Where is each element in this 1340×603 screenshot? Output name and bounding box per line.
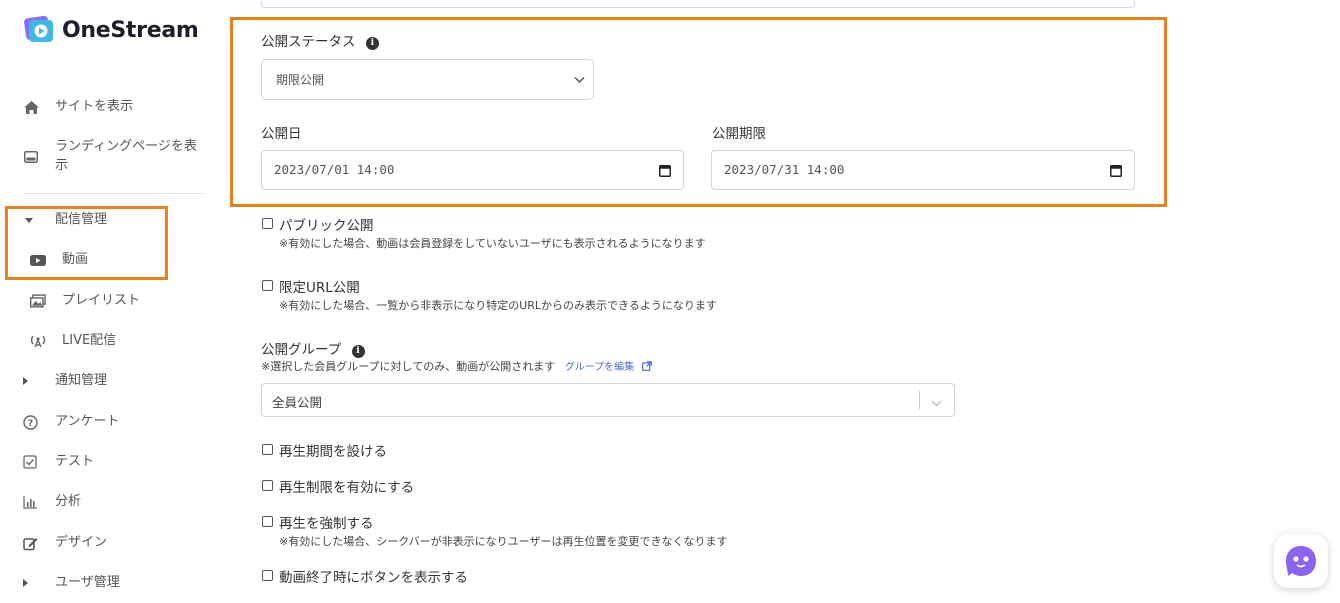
sidebar-item-live[interactable]: LIVE配信 [0, 331, 226, 351]
public-publish-checkbox[interactable] [262, 218, 273, 229]
sidebar-item-survey[interactable]: ? アンケート [0, 412, 226, 432]
home-icon [23, 99, 39, 115]
checkbox-icon [22, 454, 38, 470]
caret-right-icon [17, 575, 33, 591]
limited-url-note: ※有効にした場合、一覧から非表示になり特定のURLからのみ表示できるようになりま… [279, 299, 717, 312]
public-publish-note: ※有効にした場合、動画は会員登録をしていないユーザにも表示されるようになります [279, 237, 706, 250]
sidebar-item-label: 分析 [55, 494, 82, 509]
sidebar: OneStream サイトを表示 ランディングページを表 示 配信管理 動画 プ… [0, 0, 226, 603]
force-playback-checkbox[interactable] [262, 516, 273, 527]
sidebar-item-label: プレイリスト [62, 293, 141, 308]
end-button-label: 動画終了時にボタンを表示する [279, 570, 468, 586]
sidebar-divider [24, 193, 204, 194]
sidebar-item-view-landing[interactable]: ランディングページを表 示 [0, 137, 226, 177]
previous-field[interactable] [261, 0, 1135, 8]
edit-icon [22, 535, 38, 551]
distribution-highlight-box [5, 206, 168, 280]
publish-group-note: ※選択した会員グループに対してのみ、動画が公開されます [261, 360, 556, 373]
sidebar-item-label: 通知管理 [55, 373, 108, 388]
playback-period-label: 再生期間を設ける [279, 444, 387, 460]
external-link-icon[interactable] [641, 361, 652, 374]
publish-group-label-row: 公開グループ i [261, 338, 365, 358]
sidebar-item-design[interactable]: デザイン [0, 533, 226, 553]
sidebar-item-notifications[interactable]: 通知管理 [0, 371, 226, 391]
sidebar-item-label: テスト [55, 454, 95, 469]
sidebar-item-analytics[interactable]: 分析 [0, 492, 226, 512]
end-button-checkbox[interactable] [262, 570, 273, 581]
images-icon [30, 293, 46, 309]
bar-chart-icon [22, 494, 38, 510]
chat-widget-button[interactable] [1274, 534, 1328, 588]
question-circle-icon: ? [22, 414, 38, 430]
playback-period-checkbox[interactable] [262, 444, 273, 455]
select-separator [919, 391, 920, 409]
sidebar-item-label: デザイン [55, 535, 108, 550]
publish-group-value: 全員公開 [272, 395, 323, 410]
chat-bot-icon [1286, 546, 1316, 576]
info-icon[interactable]: i [351, 345, 365, 358]
brand-logo[interactable]: OneStream [24, 15, 199, 44]
sidebar-item-label: サイトを表示 [55, 99, 134, 114]
publish-group-select[interactable]: 全員公開 [261, 383, 955, 417]
publish-settings-highlight-box [230, 17, 1167, 207]
svg-text:?: ? [27, 419, 32, 429]
force-playback-label: 再生を強制する [279, 516, 374, 532]
onestream-logo-icon [24, 15, 54, 44]
chevron-down-icon[interactable] [931, 396, 942, 410]
playback-limit-checkbox[interactable] [262, 480, 273, 491]
sidebar-item-label-cont: 示 [55, 158, 69, 173]
publish-group-label: 公開グループ [261, 342, 342, 358]
limited-url-label: 限定URL公開 [279, 280, 360, 296]
sidebar-item-view-site[interactable]: サイトを表示 [0, 97, 226, 117]
brand-name: OneStream [62, 17, 199, 43]
limited-url-checkbox[interactable] [262, 280, 273, 291]
sidebar-item-test[interactable]: テスト [0, 452, 226, 472]
edit-group-link[interactable]: グループを編集 [565, 362, 634, 373]
sidebar-item-playlist[interactable]: プレイリスト [0, 291, 226, 311]
playback-limit-label: 再生制限を有効にする [279, 480, 415, 496]
sidebar-item-label: ユーザ管理 [55, 575, 120, 590]
public-publish-label: パブリック公開 [279, 218, 374, 234]
caret-right-icon [17, 373, 33, 389]
force-playback-note: ※有効にした場合、シークバーが非表示になりユーザーは再生位置を変更できなくなりま… [279, 535, 728, 548]
sidebar-item-users[interactable]: ユーザ管理 [0, 573, 226, 593]
sidebar-item-label: ランディングページを表 [55, 139, 197, 154]
sidebar-item-label: LIVE配信 [62, 333, 117, 348]
broadcast-icon [28, 333, 48, 349]
sidebar-item-label: アンケート [55, 414, 120, 429]
window-icon [23, 149, 39, 165]
publish-group-note-row: ※選択した会員グループに対してのみ、動画が公開されます グループを編集 [261, 358, 652, 374]
